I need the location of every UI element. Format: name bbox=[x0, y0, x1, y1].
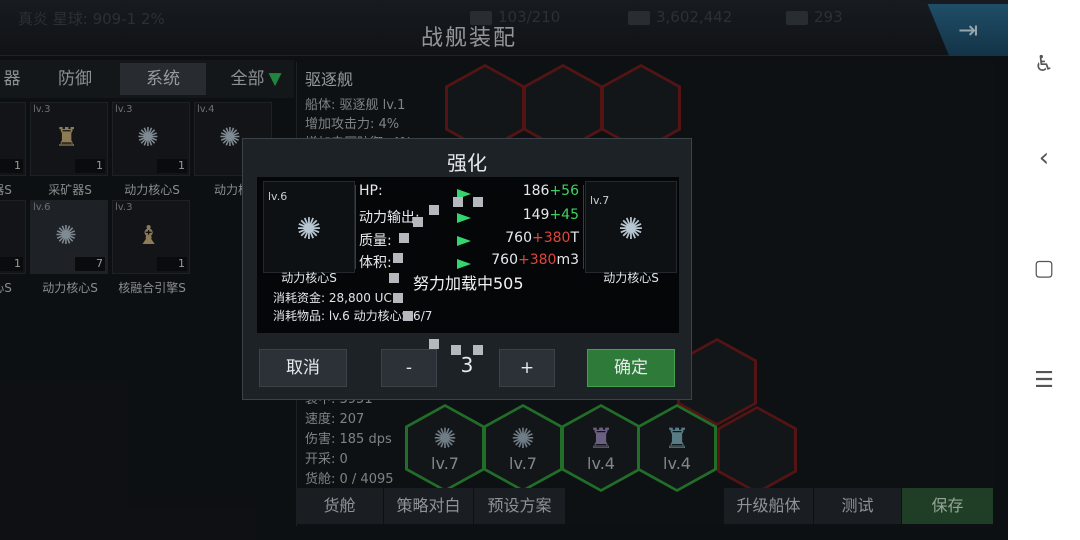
dialog-body: lv.6 ✺ 动力核心S HP: 动力输出: 质量: 体积: 186+56 14… bbox=[257, 177, 679, 333]
cancel-button[interactable]: 取消 bbox=[259, 349, 347, 387]
quantity-value: 3 bbox=[460, 353, 474, 377]
system-nav-bar: ♿ ‹ ▢ ☰ bbox=[1008, 0, 1080, 540]
back-icon[interactable]: ‹ bbox=[1032, 143, 1056, 173]
accessibility-icon[interactable]: ♿ bbox=[1032, 52, 1056, 77]
increase-button[interactable]: + bbox=[499, 349, 555, 387]
result-item-name: 动力核心S bbox=[603, 271, 659, 285]
loading-text: 努力加载中505 bbox=[413, 274, 524, 293]
home-icon[interactable]: ▢ bbox=[1032, 256, 1056, 281]
confirm-button[interactable]: 确定 bbox=[587, 349, 675, 387]
enhance-dialog: 强化 lv.6 ✺ 动力核心S HP: 动力输出: 质量: 体积: 186+56… bbox=[242, 138, 692, 400]
stat-hp: 186+56 bbox=[522, 183, 579, 199]
game-screen: 真炎 星球: 909-1 2% 103/210 3,602,442 293 战舰… bbox=[0, 0, 1008, 540]
arrow-right-icon bbox=[457, 213, 471, 223]
cost-money: 消耗资金: 28,800 UCP bbox=[273, 291, 400, 305]
power-core-icon: ✺ bbox=[296, 212, 322, 247]
decrease-button[interactable]: - bbox=[381, 349, 437, 387]
dialog-title: 强化 bbox=[447, 151, 487, 175]
source-item-name: 动力核心S bbox=[281, 271, 337, 285]
loading-spinner bbox=[429, 205, 439, 215]
source-item-slot: lv.6 ✺ bbox=[263, 181, 355, 273]
stat-power: 149+45 bbox=[522, 207, 579, 223]
arrow-right-icon bbox=[457, 259, 471, 269]
result-item-slot: lv.7 ✺ bbox=[585, 181, 677, 273]
menu-icon[interactable]: ☰ bbox=[1032, 368, 1056, 393]
stat-mass: 760+380T bbox=[505, 230, 579, 246]
power-core-icon: ✺ bbox=[618, 212, 644, 247]
stat-volume: 760+380m3 bbox=[491, 252, 579, 268]
arrow-right-icon bbox=[457, 236, 471, 246]
